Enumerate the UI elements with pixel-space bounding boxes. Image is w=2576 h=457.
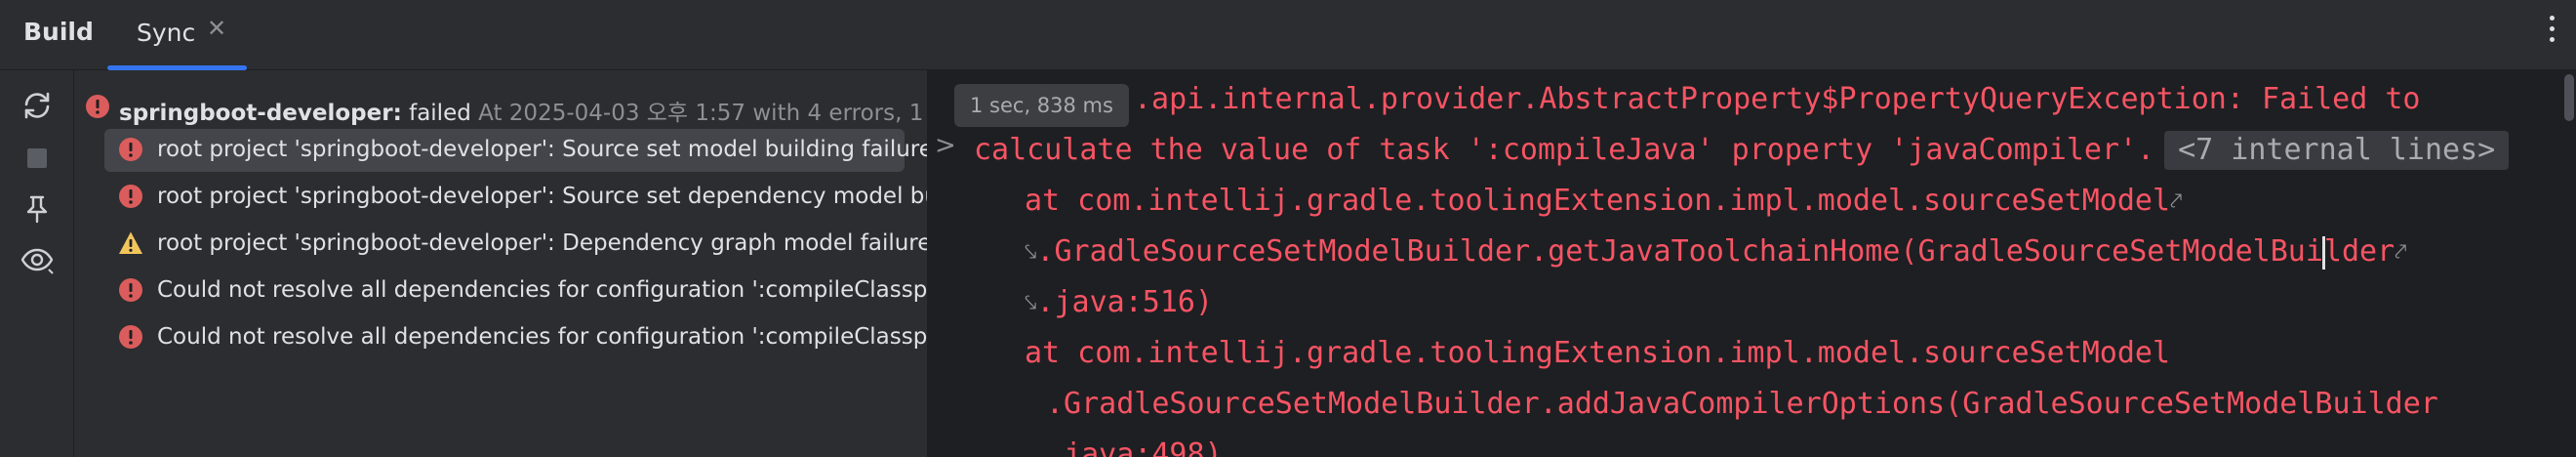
build-status: failed [401,101,471,126]
console-line: .java:498) [1046,437,1223,457]
tab-sync-label: Sync [137,19,196,47]
stop-icon[interactable] [20,141,55,176]
build-meta: At 2025-04-03 오후 1:57 with 4 errors, 1 w… [478,101,927,126]
eye-icon[interactable] [20,242,55,277]
folded-lines-button[interactable]: <7 internal lines> [2164,131,2510,170]
tool-window-title: Build [23,18,94,46]
console-output[interactable]: > .api.internal.provider.AbstractPropert… [927,70,2576,457]
tree-item[interactable]: Could not resolve all dependencies for c… [75,314,927,359]
console-line-text: lder [2323,234,2395,269]
warning-icon [118,230,143,256]
console-line: ⤥.GradleSourceSetModelBuilder.getJavaToo… [1025,232,2407,272]
tab-sync[interactable]: Sync ✕ [107,0,247,70]
soft-wrap-icon: ⤥ [1025,239,1037,265]
console-line: at com.intellij.gradle.toolingExtension.… [1025,336,2170,370]
tab-close-icon[interactable]: ✕ [207,15,226,42]
pin-icon[interactable] [20,191,55,227]
scroll-thumb[interactable] [2564,74,2574,121]
console-line: at com.intellij.gradle.toolingExtension.… [1025,182,2182,222]
console-line-text: .java:516) [1036,285,1214,319]
console-line: .GradleSourceSetModelBuilder.addJavaComp… [1046,387,2438,421]
error-icon [118,277,143,303]
tree-item-label: root project 'springboot-developer': Sou… [157,137,927,162]
console-line: calculate the value of task ':compileJav… [974,131,2510,170]
soft-wrap-icon: ⤤ [2395,239,2407,265]
soft-wrap-icon: ⤥ [1025,290,1037,315]
tree-item[interactable]: root project 'springboot-developer': Dep… [75,221,927,266]
tree-item-label: root project 'springboot-developer': Sou… [157,184,927,209]
tree-item-label: Could not resolve all dependencies for c… [157,277,927,303]
sync-icon[interactable] [20,88,55,123]
more-vertical-icon[interactable] [2549,16,2556,51]
error-icon [85,94,110,119]
error-icon [118,137,143,162]
console-line-text: .GradleSourceSetModelBuilder.getJavaTool… [1036,234,2323,269]
build-tree: springboot-developer: failed At 2025-04-… [75,70,927,457]
build-duration-badge: 1 sec, 838 ms [954,84,1129,127]
console-line-text: at com.intellij.gradle.toolingExtension.… [1025,184,2170,218]
chevron-right-icon[interactable]: > [935,131,956,160]
tree-root-label: springboot-developer: failed At 2025-04-… [119,94,927,127]
tree-item[interactable]: root project 'springboot-developer': Sou… [75,127,927,172]
console-scrollbar[interactable] [2562,70,2576,457]
console-line: .api.internal.provider.AbstractProperty$… [1134,82,2421,116]
error-icon [118,184,143,209]
soft-wrap-icon: ⤤ [2170,188,2183,214]
tree-root-row[interactable]: springboot-developer: failed At 2025-04-… [75,84,927,129]
console-line: ⤥.java:516) [1025,283,1213,323]
tool-window-header: Build Sync ✕ [0,0,2576,70]
project-name: springboot-developer: [119,101,402,126]
tree-item[interactable]: root project 'springboot-developer': Sou… [75,174,927,219]
console-line-text: calculate the value of task ':compileJav… [974,133,2155,167]
tree-item-label: root project 'springboot-developer': Dep… [157,230,927,256]
error-icon [118,324,143,350]
tree-item-label: Could not resolve all dependencies for c… [157,324,927,350]
tree-item[interactable]: Could not resolve all dependencies for c… [75,268,927,312]
